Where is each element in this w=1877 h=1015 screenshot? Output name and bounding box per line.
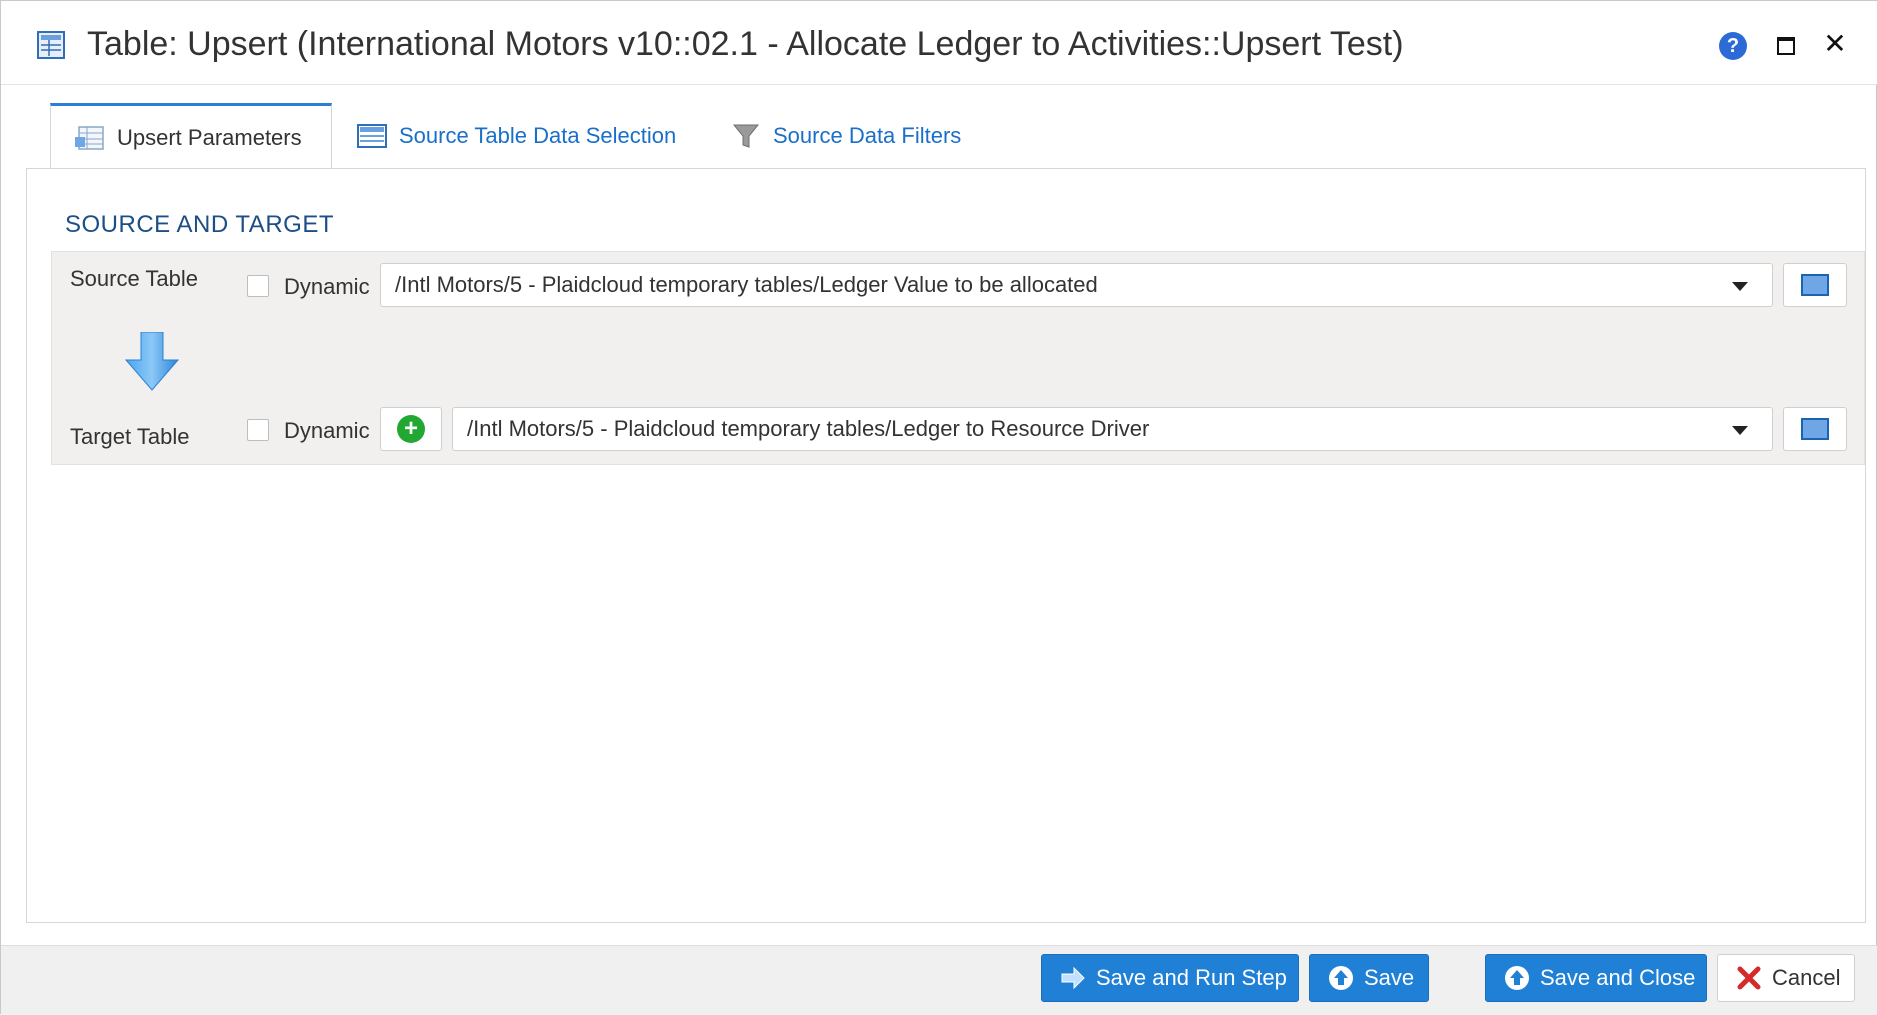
upload-icon	[1505, 966, 1529, 990]
source-dynamic-label: Dynamic	[284, 274, 370, 299]
tab-label: Source Table Data Selection	[399, 123, 677, 148]
window-title: Table: Upsert (International Motors v10:…	[87, 25, 1404, 63]
tab-label: Upsert Parameters	[117, 124, 302, 150]
table-view-icon	[1801, 274, 1829, 296]
upload-icon	[1329, 966, 1353, 990]
target-dynamic-label: Dynamic	[284, 418, 370, 443]
save-and-run-step-label: Save and Run Step	[1096, 965, 1287, 990]
table-view-icon	[1801, 418, 1829, 440]
title-bar: Table: Upsert (International Motors v10:…	[1, 1, 1877, 85]
save-button[interactable]: Save	[1309, 954, 1429, 1002]
save-and-close-button[interactable]: Save and Close	[1485, 954, 1707, 1002]
table-icon	[37, 31, 65, 59]
filter-icon	[732, 124, 760, 148]
grid-icon	[357, 124, 387, 148]
add-target-table-button[interactable]: +	[380, 407, 442, 451]
tab-source-table-data-selection[interactable]: Source Table Data Selection	[357, 103, 676, 169]
source-dynamic-checkbox[interactable]	[247, 275, 269, 297]
target-dynamic-checkbox[interactable]	[247, 419, 269, 441]
tab-bar: Upsert Parameters Source Table Data Sele…	[26, 103, 1866, 169]
cancel-button[interactable]: Cancel	[1717, 954, 1855, 1002]
cancel-x-icon	[1737, 966, 1761, 990]
help-icon[interactable]: ?	[1719, 32, 1747, 60]
upsert-parameters-icon	[75, 125, 104, 150]
tab-upsert-parameters[interactable]: Upsert Parameters	[50, 103, 332, 169]
run-arrow-icon	[1061, 966, 1085, 990]
tab-source-data-filters[interactable]: Source Data Filters	[731, 103, 961, 169]
dialog-window: Table: Upsert (International Motors v10:…	[0, 0, 1877, 1015]
arrow-down-icon	[124, 332, 180, 391]
source-table-view-button[interactable]	[1783, 263, 1847, 307]
chevron-down-icon	[1732, 282, 1748, 291]
source-table-label: Source Table	[70, 266, 199, 291]
chevron-down-icon	[1732, 426, 1748, 435]
target-table-select[interactable]: /Intl Motors/5 - Plaidcloud temporary ta…	[452, 407, 1773, 451]
save-label: Save	[1364, 965, 1415, 990]
source-table-value: /Intl Motors/5 - Plaidcloud temporary ta…	[395, 272, 1098, 297]
tab-label: Source Data Filters	[773, 123, 962, 148]
cancel-label: Cancel	[1772, 965, 1841, 990]
tab-content-panel: SOURCE AND TARGET Source Table Dynamic /…	[26, 169, 1866, 923]
dialog-footer: Save and Run Step Save Save and Close Ca…	[1, 945, 1877, 1015]
target-table-label: Target Table	[70, 424, 190, 449]
section-title: SOURCE AND TARGET	[65, 211, 334, 238]
source-table-select[interactable]: /Intl Motors/5 - Plaidcloud temporary ta…	[380, 263, 1773, 307]
save-and-close-label: Save and Close	[1540, 965, 1696, 990]
save-and-run-step-button[interactable]: Save and Run Step	[1041, 954, 1299, 1002]
source-target-box: Source Table Dynamic /Intl Motors/5 - Pl…	[51, 251, 1865, 465]
close-icon[interactable]: ✕	[1821, 29, 1849, 59]
maximize-icon[interactable]	[1777, 37, 1795, 55]
target-table-value: /Intl Motors/5 - Plaidcloud temporary ta…	[467, 416, 1150, 441]
add-icon: +	[397, 415, 425, 443]
target-table-view-button[interactable]	[1783, 407, 1847, 451]
